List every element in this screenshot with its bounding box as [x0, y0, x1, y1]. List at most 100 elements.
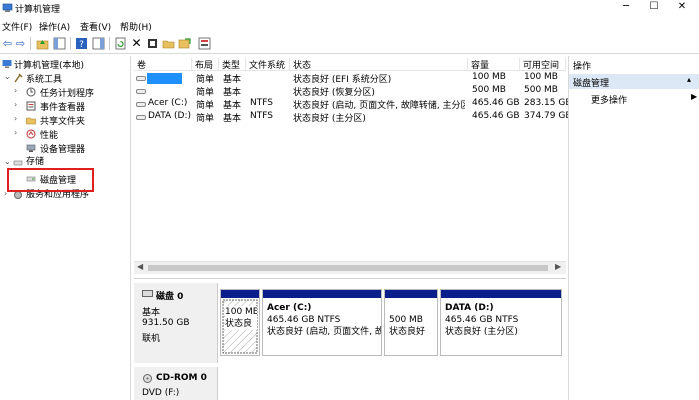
show-panel-icon[interactable]	[92, 37, 105, 50]
chevron-down-icon[interactable]: ⌄	[4, 72, 11, 81]
cell-type: 基本	[223, 114, 242, 124]
tree-label-task-scheduler: 任务计划程序	[40, 89, 95, 99]
disk-0-name: 磁盘 0	[156, 292, 184, 302]
tree-label-device-manager: 设备管理器	[40, 145, 86, 155]
menu-file[interactable]: 文件(F)	[2, 20, 32, 33]
table-row[interactable]: 简单 基本 状态良好 (EFI 系统分区) 100 MB 100 MB	[134, 72, 566, 85]
disk-0-size: 931.50 GB	[142, 318, 190, 328]
column-header-status[interactable]: 状态	[290, 58, 468, 71]
tree-label-storage: 存储	[26, 157, 45, 167]
horizontal-scrollbar[interactable]: ◀ ▶	[134, 261, 566, 274]
menu-action[interactable]: 操作(A)	[39, 20, 70, 33]
tree-label-root: 计算机管理(本地)	[14, 61, 85, 71]
up-folder-icon[interactable]	[36, 37, 49, 50]
drive-icon	[136, 102, 146, 107]
cell-type: 基本	[223, 101, 242, 111]
delete-icon[interactable]: ✕	[130, 37, 143, 50]
cdrom-0-header[interactable]: CD-ROM 0 DVD (F:)	[134, 367, 218, 400]
cell-status: 状态良好 (EFI 系统分区)	[293, 75, 392, 85]
maximize-button[interactable]: ☐	[641, 0, 667, 14]
tree-item-system-tools[interactable]: ⌄ 系统工具	[0, 72, 131, 85]
cell-volume: DATA (D:)	[148, 111, 192, 121]
menu-view[interactable]: 查看(V)	[80, 20, 111, 33]
cell-free-space: 283.15 GB	[524, 98, 572, 108]
tree-label-shared-folders: 共享文件夹	[40, 117, 86, 127]
disk-0-header[interactable]: 磁盘 0 基本 931.50 GB 联机	[134, 283, 218, 363]
event-viewer-icon	[26, 101, 36, 111]
selected-volume-cell[interactable]	[147, 73, 182, 84]
cell-type: 基本	[223, 88, 242, 98]
forward-icon[interactable]: ⇨	[14, 37, 27, 50]
cell-free-space: 500 MB	[524, 85, 558, 95]
scroll-left-icon[interactable]: ◀	[137, 262, 143, 271]
navigation-tree: 计算机管理(本地) ⌄ 系统工具 › 任务计划程序 › 事件查看器 › 共享文件…	[0, 56, 131, 400]
help-icon[interactable]: ?	[75, 37, 88, 50]
scrollbar-thumb[interactable]	[148, 265, 548, 271]
partition-status: 状态良好 (主分区)	[445, 327, 518, 337]
show-hide-tree-icon[interactable]	[53, 37, 66, 50]
drive-icon	[136, 76, 146, 81]
content-pane: 卷 布局 类型 文件系统 状态 容量 可用空间 简单 基本 状态良好 (EFI …	[134, 56, 572, 400]
column-header-volume[interactable]: 卷	[134, 58, 192, 71]
cdrom-0-name: CD-ROM 0	[156, 373, 207, 383]
tree-item-shared-folders[interactable]: › 共享文件夹	[0, 114, 131, 127]
column-header-type[interactable]: 类型	[219, 58, 246, 71]
partition-efi[interactable]: 100 ME 状态良	[220, 289, 260, 356]
cell-layout: 简单	[196, 88, 215, 98]
menu-help[interactable]: 帮助(H)	[120, 20, 152, 33]
disk-0-state: 联机	[142, 334, 161, 344]
refresh-icon[interactable]	[114, 37, 127, 50]
settings-icon[interactable]	[198, 37, 211, 50]
export-icon[interactable]	[178, 37, 191, 50]
clock-icon	[26, 87, 36, 97]
partition-d[interactable]: DATA (D:) 465.46 GB NTFS 状态良好 (主分区)	[440, 289, 562, 356]
tree-item-device-manager[interactable]: 设备管理器	[0, 142, 131, 155]
partition-size: 465.46 GB NTFS	[445, 315, 519, 325]
tree-item-performance[interactable]: › 性能	[0, 128, 131, 141]
table-row[interactable]: 简单 基本 状态良好 (恢复分区) 500 MB 500 MB	[134, 85, 566, 98]
close-button[interactable]: ✕	[669, 0, 695, 14]
chevron-right-icon[interactable]: ▶	[691, 92, 697, 101]
actions-pane: 操作 磁盘管理 ▴ 更多操作 ▶	[568, 56, 699, 400]
partition-recovery[interactable]: 500 MB 状态良好	[384, 289, 438, 356]
chevron-right-icon[interactable]: ›	[14, 128, 17, 137]
scroll-right-icon[interactable]: ▶	[555, 262, 561, 271]
more-actions-item[interactable]: 更多操作 ▶	[569, 92, 699, 106]
column-header-layout[interactable]: 布局	[192, 58, 219, 71]
chevron-right-icon[interactable]: ›	[14, 100, 17, 109]
open-icon[interactable]	[162, 37, 175, 50]
cell-capacity: 465.46 GB	[472, 111, 520, 121]
actions-title: 操作	[573, 62, 592, 72]
drive-icon	[136, 115, 146, 120]
actions-section-disk-management[interactable]: 磁盘管理 ▴	[569, 74, 699, 89]
partition-bar	[221, 290, 259, 298]
disk-graphic-area: 磁盘 0 基本 931.50 GB 联机 100 ME 状态良 Acer (C:…	[134, 278, 566, 400]
partition-title: Acer (C:)	[267, 303, 312, 313]
back-icon[interactable]: ⇦	[1, 37, 14, 50]
column-header-capacity[interactable]: 容量	[468, 58, 520, 71]
minimize-button[interactable]: ─	[613, 0, 639, 14]
toolbar: ⇦ ⇨ ? ✕	[0, 34, 699, 54]
tree-item-root[interactable]: 计算机管理(本地)	[0, 58, 131, 71]
chevron-right-icon[interactable]: ›	[14, 114, 17, 123]
table-row[interactable]: Acer (C:) 简单 基本 NTFS 状态良好 (启动, 页面文件, 故障转…	[134, 98, 572, 111]
chevron-right-icon[interactable]: ›	[14, 86, 17, 95]
partition-c-text: Acer (C:) 465.46 GB NTFS 状态良好 (启动, 页面文件,…	[267, 302, 381, 338]
partition-recovery-text: 500 MB 状态良好	[389, 314, 437, 338]
column-header-free-space[interactable]: 可用空间	[520, 58, 566, 71]
collapse-icon[interactable]: ▴	[687, 75, 691, 84]
partition-c[interactable]: Acer (C:) 465.46 GB NTFS 状态良好 (启动, 页面文件,…	[262, 289, 382, 356]
computer-icon	[2, 60, 12, 68]
tree-item-task-scheduler[interactable]: › 任务计划程序	[0, 86, 131, 99]
column-header-filesystem[interactable]: 文件系统	[246, 58, 290, 71]
partition-status: 状态良好 (启动, 页面文件, 故	[267, 327, 381, 337]
cell-capacity: 100 MB	[472, 72, 506, 82]
cell-free-space: 100 MB	[524, 72, 558, 82]
chevron-down-icon[interactable]: ⌄	[4, 157, 11, 166]
disk-0-type: 基本	[142, 308, 161, 318]
cell-status: 状态良好 (主分区)	[293, 114, 366, 124]
storage-icon	[13, 160, 23, 166]
properties-icon[interactable]	[146, 37, 159, 50]
tree-item-event-viewer[interactable]: › 事件查看器	[0, 100, 131, 113]
table-row[interactable]: DATA (D:) 简单 基本 NTFS 状态良好 (主分区) 465.46 G…	[134, 111, 572, 124]
